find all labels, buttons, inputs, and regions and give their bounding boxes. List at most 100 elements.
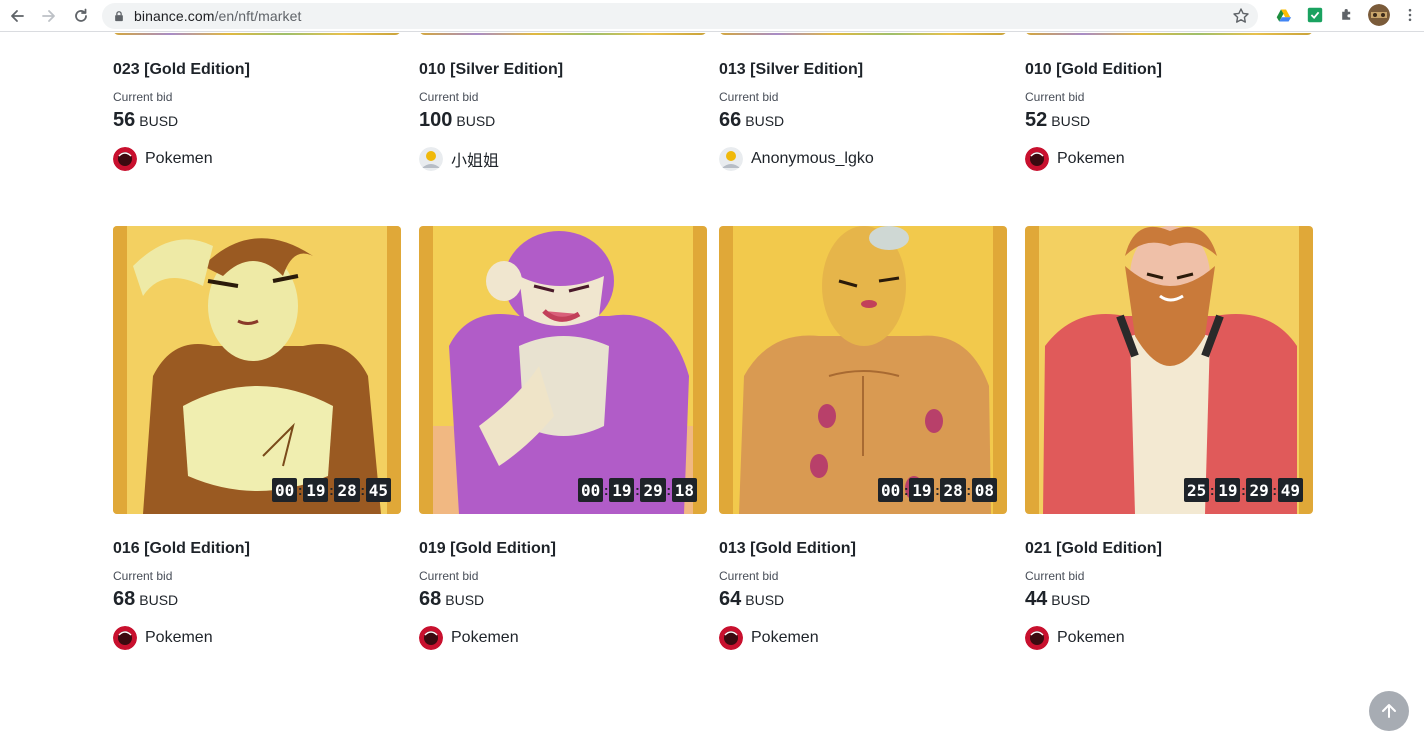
profile-avatar[interactable] (1368, 4, 1390, 26)
nft-thumbnail[interactable]: 25 : 19 : 29 : 49 (1025, 226, 1313, 514)
creator[interactable]: Pokemen (113, 626, 401, 650)
current-bid: 68 BUSD (113, 588, 401, 614)
countdown-separator: : (666, 482, 672, 498)
creator-name[interactable]: Pokemen (1057, 629, 1125, 647)
nft-card[interactable]: 013 [Silver Edition] Current bid 66 BUSD… (719, 33, 1007, 171)
countdown-minutes: 28 (334, 478, 360, 502)
creator-name[interactable]: Pokemen (451, 629, 519, 647)
arrow-left-icon (11, 9, 24, 22)
star-icon[interactable] (1232, 7, 1250, 25)
url-path: /en/nft/market (214, 8, 302, 24)
green-check-extension-icon[interactable] (1305, 5, 1325, 25)
nft-card[interactable]: 023 [Gold Edition] Current bid 56 BUSD P… (113, 33, 401, 171)
countdown-separator: : (360, 482, 366, 498)
current-bid: 64 BUSD (719, 588, 1007, 614)
extensions-puzzle-icon[interactable] (1337, 5, 1357, 25)
nft-thumbnail[interactable] (719, 33, 1007, 35)
nft-market-page: 023 [Gold Edition] Current bid 56 BUSD P… (0, 33, 1424, 746)
creator-name[interactable]: Pokemen (145, 150, 213, 168)
countdown-days: 00 (577, 478, 604, 502)
back-button[interactable] (6, 5, 28, 27)
default-avatar-icon (419, 147, 443, 171)
bid-value: 68 (113, 588, 136, 610)
countdown-separator: : (966, 482, 972, 498)
bid-unit: BUSD (139, 113, 179, 129)
current-bid: 44 BUSD (1025, 588, 1313, 614)
nft-thumbnail[interactable] (113, 33, 401, 35)
pokemen-avatar-icon (719, 626, 743, 650)
nft-thumbnail[interactable] (1025, 33, 1313, 35)
nft-artwork-image (719, 226, 1007, 514)
bid-unit: BUSD (745, 113, 785, 129)
nft-title[interactable]: 019 [Gold Edition] (419, 538, 707, 560)
creator-name[interactable]: Pokemen (1057, 150, 1125, 168)
browser-menu-icon[interactable] (1400, 5, 1420, 25)
countdown-minutes: 29 (640, 478, 666, 502)
current-bid-label: Current bid (1025, 90, 1085, 104)
nft-title[interactable]: 013 [Gold Edition] (719, 538, 1007, 560)
bid-unit: BUSD (139, 592, 179, 608)
nft-title[interactable]: 023 [Gold Edition] (113, 59, 401, 81)
creator-name[interactable]: Anonymous_lgko (751, 150, 874, 168)
nft-card[interactable]: 00 : 19 : 28 : 45 016 [Gold Edition] Cur… (113, 226, 401, 650)
bid-value: 64 (719, 588, 742, 610)
nft-thumbnail[interactable]: 00 : 19 : 28 : 08 (719, 226, 1007, 514)
nft-title[interactable]: 021 [Gold Edition] (1025, 538, 1313, 560)
nft-card[interactable]: 25 : 19 : 29 : 49 021 [Gold Edition] Cur… (1025, 226, 1313, 650)
google-drive-extension-icon[interactable] (1273, 5, 1293, 25)
current-bid: 66 BUSD (719, 109, 1007, 135)
countdown-seconds: 49 (1277, 478, 1303, 502)
bid-unit: BUSD (1051, 113, 1091, 129)
current-bid-label: Current bid (719, 569, 779, 583)
auction-countdown: 00 : 19 : 29 : 18 (577, 478, 697, 502)
current-bid: 100 BUSD (419, 109, 707, 135)
nft-thumbnail[interactable]: 00 : 19 : 29 : 18 (419, 226, 707, 514)
creator-name[interactable]: 小姐姐 (451, 147, 499, 171)
countdown-seconds: 18 (671, 478, 697, 502)
bid-value: 52 (1025, 109, 1048, 131)
countdown-days: 00 (877, 478, 904, 502)
countdown-seconds: 45 (365, 478, 391, 502)
current-bid-label: Current bid (419, 90, 479, 104)
nft-card[interactable]: 010 [Silver Edition] Current bid 100 BUS… (419, 33, 707, 171)
countdown-hours: 19 (909, 478, 935, 502)
arrow-up-icon (1382, 704, 1396, 718)
address-bar[interactable]: binance.com/en/nft/market (102, 3, 1258, 29)
nft-title[interactable]: 010 [Gold Edition] (1025, 59, 1313, 81)
creator[interactable]: Pokemen (419, 626, 707, 650)
creator[interactable]: 小姐姐 (419, 147, 707, 171)
pokemen-avatar-icon (1025, 147, 1049, 171)
creator[interactable]: Anonymous_lgko (719, 147, 1007, 171)
bid-unit: BUSD (456, 113, 496, 129)
nft-card[interactable]: 00 : 19 : 28 : 08 013 [Gold Edition] Cur… (719, 226, 1007, 650)
creator-name[interactable]: Pokemen (751, 629, 819, 647)
nft-title[interactable]: 013 [Silver Edition] (719, 59, 1007, 81)
current-bid-label: Current bid (1025, 569, 1085, 583)
creator[interactable]: Pokemen (1025, 147, 1313, 171)
countdown-hours: 19 (609, 478, 635, 502)
reload-button[interactable] (70, 5, 92, 27)
lock-icon (112, 9, 126, 23)
forward-button[interactable] (38, 5, 60, 27)
bid-value: 68 (419, 588, 442, 610)
nft-card[interactable]: 010 [Gold Edition] Current bid 52 BUSD P… (1025, 33, 1313, 171)
url-text: binance.com/en/nft/market (134, 8, 301, 24)
nft-title[interactable]: 010 [Silver Edition] (419, 59, 707, 81)
nft-thumbnail[interactable] (419, 33, 707, 35)
pokemen-avatar-icon (419, 626, 443, 650)
creator[interactable]: Pokemen (1025, 626, 1313, 650)
creator-name[interactable]: Pokemen (145, 629, 213, 647)
nft-artwork-image (1025, 226, 1313, 514)
bid-unit: BUSD (445, 592, 485, 608)
current-bid: 68 BUSD (419, 588, 707, 614)
reload-icon (75, 8, 87, 22)
nft-title[interactable]: 016 [Gold Edition] (113, 538, 401, 560)
creator[interactable]: Pokemen (719, 626, 1007, 650)
creator[interactable]: Pokemen (113, 147, 401, 171)
nft-thumbnail[interactable]: 00 : 19 : 28 : 45 (113, 226, 401, 514)
countdown-separator: : (1272, 482, 1278, 498)
scroll-to-top-button[interactable] (1369, 691, 1409, 731)
nft-artwork-image (113, 226, 401, 514)
nft-card[interactable]: 00 : 19 : 29 : 18 019 [Gold Edition] Cur… (419, 226, 707, 650)
countdown-hours: 19 (303, 478, 329, 502)
